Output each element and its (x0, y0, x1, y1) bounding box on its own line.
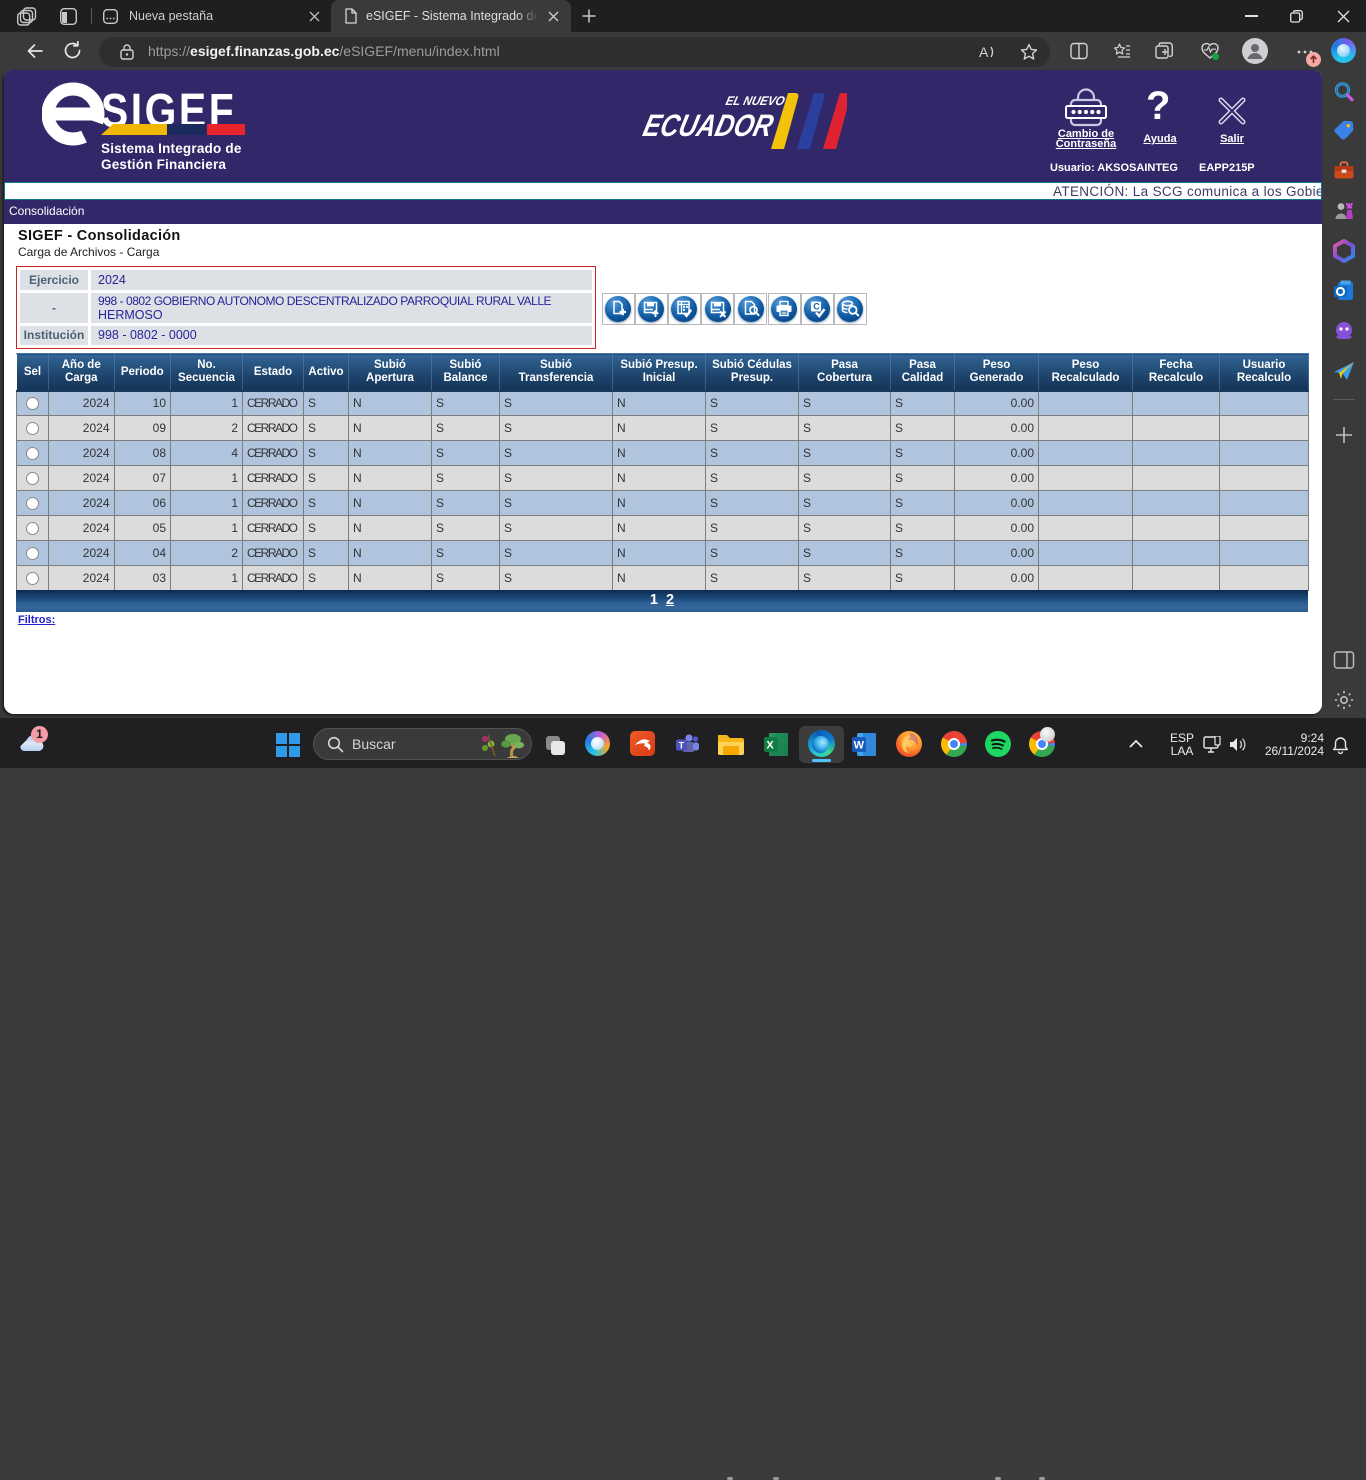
svg-text:C: C (813, 302, 820, 312)
svg-text:W: W (854, 740, 865, 752)
svg-text:A: A (979, 44, 989, 60)
svg-text:X: X (766, 740, 774, 752)
svg-text:T: T (679, 740, 685, 750)
